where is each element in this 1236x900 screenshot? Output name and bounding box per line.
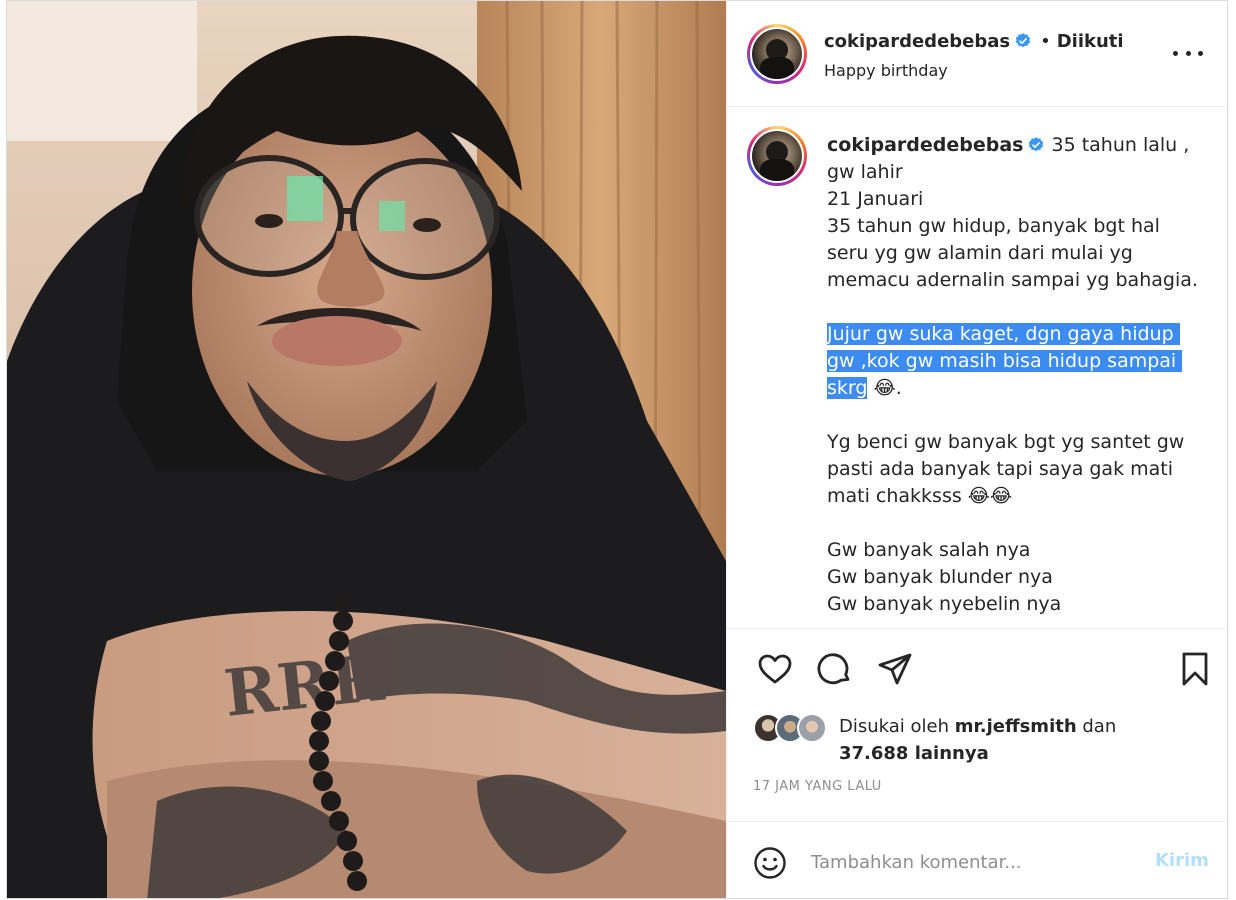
smiley-icon[interactable] (753, 846, 787, 880)
follow-status-button[interactable]: Diikuti (1057, 31, 1124, 52)
liker-avatar (797, 713, 827, 743)
header-subtitle[interactable]: Happy birthday (824, 61, 948, 80)
caption-author-avatar-image (752, 131, 802, 181)
post-header: cokipardedebebas • Diikuti Happy birthday (727, 1, 1227, 107)
likes-summary: Disukai oleh mr.jeffsmith dan 37.688 lain… (753, 711, 1213, 771)
comment-box: Kirim (727, 821, 1227, 898)
post-caption: cokipardedebebas 35 tahun lalu , gw lahi… (727, 108, 1227, 628)
send-icon[interactable] (877, 651, 913, 687)
caption-text: cokipardedebebas 35 tahun lalu , gw lahi… (827, 132, 1207, 618)
post-timestamp[interactable]: 17 JAM YANG LALU (753, 779, 882, 794)
caption-author-avatar[interactable] (747, 126, 807, 186)
caption-username[interactable]: cokipardedebebas (827, 134, 1023, 156)
liker-avatars[interactable] (753, 713, 833, 745)
likes-text: Disukai oleh mr.jeffsmith dan 37.688 lain… (839, 713, 1179, 767)
action-bar (727, 628, 1227, 718)
likes-joiner: dan (1076, 716, 1117, 737)
post-dialog: RRR cokipardedebebas • Diikuti Happy bir… (6, 0, 1228, 899)
bookmark-icon[interactable] (1177, 651, 1213, 687)
caption-body-start: 35 tahun lalu , gw lahir 21 Januari 35 t… (827, 134, 1198, 291)
heart-icon[interactable] (757, 651, 793, 687)
comment-input[interactable] (811, 844, 1131, 880)
comment-icon[interactable] (817, 651, 853, 687)
likes-count-link[interactable]: 37.688 lainnya (839, 743, 989, 764)
author-avatar-image (752, 29, 802, 79)
caption-body-end: 😂. Yg benci gw banyak bgt yg santet gw p… (827, 377, 1185, 615)
likes-prefix: Disukai oleh (839, 716, 955, 737)
post-side-panel: cokipardedebebas • Diikuti Happy birthday … (726, 1, 1227, 898)
author-username[interactable]: cokipardedebebas (824, 31, 1010, 52)
verified-badge-icon (1015, 33, 1031, 48)
caption-verified-badge-icon (1029, 137, 1044, 152)
header-separator: • (1040, 31, 1051, 52)
more-horizontal-icon[interactable] (1173, 43, 1203, 63)
author-avatar[interactable] (747, 24, 807, 84)
header-row: cokipardedebebas • Diikuti (824, 31, 1124, 52)
post-comment-button[interactable]: Kirim (1155, 850, 1209, 871)
post-photo[interactable]: RRR (7, 1, 726, 898)
liker-username-link[interactable]: mr.jeffsmith (955, 716, 1077, 737)
selfie-image: RRR (7, 1, 726, 898)
